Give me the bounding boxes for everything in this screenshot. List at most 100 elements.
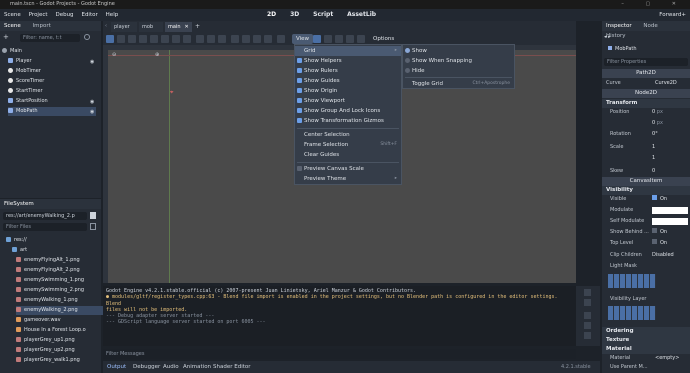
tree-node-mobtimer[interactable]: MobTimer xyxy=(8,67,96,76)
fs-file[interactable]: enemyWalking_2.png xyxy=(16,306,104,315)
section-texture[interactable]: Texture xyxy=(602,336,690,345)
skew-value[interactable]: 0 xyxy=(652,167,655,176)
menu-editor[interactable]: Editor xyxy=(81,9,97,21)
self-modulate-color-swatch[interactable] xyxy=(652,218,688,225)
add-node-icon[interactable]: + xyxy=(3,34,10,41)
error-filter-icon[interactable] xyxy=(584,312,591,319)
menu-item-preview-theme[interactable]: Preview Theme ▸ xyxy=(295,174,401,184)
tree-node-player[interactable]: Player xyxy=(8,57,96,66)
tab-scroll-left-icon[interactable]: ‹ xyxy=(105,23,110,29)
visible-toggle[interactable]: On xyxy=(652,195,667,204)
warning-filter-icon[interactable] xyxy=(584,322,591,329)
menu-item-frame-selection[interactable]: Frame Selection Shift+F xyxy=(295,140,401,150)
select-mode-icon[interactable] xyxy=(106,35,114,43)
visibility-layer-layers[interactable] xyxy=(608,306,656,320)
tab-debugger[interactable]: Debugger xyxy=(133,361,160,373)
section-transform[interactable]: Transform xyxy=(602,99,690,108)
fs-file[interactable]: enemyFlyingAlt_1.png xyxy=(16,256,104,265)
renderer-label[interactable]: Forward+ xyxy=(659,9,686,21)
menu-help[interactable]: Help xyxy=(106,9,119,21)
grid-option-show-when-snapping[interactable]: Show When Snapping xyxy=(403,56,514,66)
grid-option-hide[interactable]: Hide xyxy=(403,66,514,76)
inspector-filter-input[interactable]: Filter Properties xyxy=(604,58,688,66)
rotation-value[interactable]: 0° xyxy=(652,130,658,139)
list-select-icon[interactable] xyxy=(150,35,158,43)
fs-file[interactable]: enemyWalking_1.png xyxy=(16,296,104,305)
split-mode-icon[interactable] xyxy=(90,212,96,219)
zoom-out-icon[interactable]: ⊖ xyxy=(112,52,116,58)
copy-log-icon[interactable] xyxy=(584,299,591,306)
group-icon[interactable] xyxy=(253,35,261,43)
curve-value[interactable]: Curve2D xyxy=(655,79,677,88)
ruler-icon[interactable] xyxy=(183,35,191,43)
tree-node-main[interactable]: Main xyxy=(2,47,90,56)
tab-shader-editor[interactable]: Shader Editor xyxy=(213,361,251,373)
sort-icon[interactable] xyxy=(90,223,96,230)
pivot-icon[interactable] xyxy=(161,35,169,43)
menu-item-show-group-lock-icons[interactable]: Show Group And Lock Icons xyxy=(295,106,401,116)
rotate-mode-icon[interactable] xyxy=(128,35,136,43)
curve-point-icon[interactable] xyxy=(335,35,343,43)
menu-item-show-transformation-gizmos[interactable]: Show Transformation Gizmos xyxy=(295,116,401,126)
zoom-in-icon[interactable]: ⊕ xyxy=(155,52,159,58)
light-mask-layers[interactable] xyxy=(608,274,656,288)
back-icon[interactable]: ◂ xyxy=(604,34,607,40)
top-level-toggle[interactable]: On xyxy=(652,239,667,248)
view-menu-button[interactable]: View xyxy=(292,34,314,44)
tab-node[interactable]: Node xyxy=(643,23,657,29)
menu-item-preview-canvas-scale[interactable]: Preview Canvas Scale xyxy=(295,164,401,174)
tab-import[interactable]: Import xyxy=(33,23,51,29)
menu-item-center-selection[interactable]: Center Selection xyxy=(295,130,401,140)
options-menu-button[interactable]: Options xyxy=(369,34,398,44)
fs-file[interactable]: enemySwimming_2.png xyxy=(16,286,104,295)
console-filter-input[interactable]: Filter Messages xyxy=(103,349,576,359)
menu-scene[interactable]: Scene xyxy=(4,9,21,21)
skeleton-icon[interactable] xyxy=(277,35,285,43)
lock-icon[interactable] xyxy=(231,35,239,43)
grid-snap-icon[interactable] xyxy=(207,35,215,43)
material-value[interactable]: <empty> xyxy=(655,354,679,363)
fs-file[interactable]: playerGrey_up1.png xyxy=(16,336,104,345)
fs-file[interactable]: playerGrey_walk1.png xyxy=(16,356,104,365)
fs-root[interactable]: res:// xyxy=(6,236,94,245)
menu-item-show-rulers[interactable]: Show Rulers xyxy=(295,66,401,76)
tab-inspector[interactable]: Inspector xyxy=(606,23,632,29)
fs-file[interactable]: enemyFlyingAlt_2.png xyxy=(16,266,104,275)
ungroup-icon[interactable] xyxy=(264,35,272,43)
pan-icon[interactable] xyxy=(172,35,180,43)
snap-options-icon[interactable] xyxy=(218,35,226,43)
select-points-icon[interactable] xyxy=(313,35,321,43)
section-ordering[interactable]: Ordering xyxy=(602,327,690,336)
menu-project[interactable]: Project xyxy=(29,9,48,21)
clip-children-select[interactable]: Disabled xyxy=(652,251,674,260)
forward-icon[interactable]: ▸ xyxy=(608,34,611,40)
clear-log-icon[interactable] xyxy=(584,289,591,296)
menu-item-show-viewport[interactable]: Show Viewport xyxy=(295,96,401,106)
window-controls[interactable]: – ▢ ✕ xyxy=(621,0,686,9)
tab-output[interactable]: Output xyxy=(107,361,126,373)
fs-file[interactable]: playerGrey_up2.png xyxy=(16,346,104,355)
move-mode-icon[interactable] xyxy=(117,35,125,43)
visibility-eye-icon[interactable]: ◉ xyxy=(90,59,94,65)
menu-item-grid[interactable]: Grid ▸ xyxy=(295,46,401,56)
fs-file[interactable]: enemySwimming_1.png xyxy=(16,276,104,285)
visibility-eye-icon[interactable]: ◉ xyxy=(90,109,94,115)
show-behind-toggle[interactable]: On xyxy=(652,228,667,237)
position-y-value[interactable]: 0 px xyxy=(652,119,663,128)
editor-tab-main[interactable]: main ✕ xyxy=(165,22,192,32)
inspector-object-title[interactable]: MobPath xyxy=(604,45,688,54)
scale-mode-icon[interactable] xyxy=(139,35,147,43)
tab-filesystem[interactable]: FileSystem xyxy=(4,201,34,207)
message-filter-icon[interactable] xyxy=(584,332,591,339)
menu-item-show-helpers[interactable]: Show Helpers xyxy=(295,56,401,66)
visibility-eye-icon[interactable]: ◉ xyxy=(90,99,94,105)
add-point-icon[interactable] xyxy=(324,35,332,43)
mode-3d[interactable]: 3D xyxy=(290,9,299,21)
tree-node-startposition[interactable]: StartPosition xyxy=(8,97,96,106)
scene-filter-input[interactable]: Filter: name, t:t xyxy=(20,34,80,42)
tab-animation[interactable]: Animation xyxy=(183,361,211,373)
grid-option-show[interactable]: Show xyxy=(403,46,514,56)
fs-file[interactable]: House In a Forest Loop.o xyxy=(16,326,104,335)
delete-point-icon[interactable] xyxy=(346,35,354,43)
add-tab-icon[interactable]: + xyxy=(195,22,203,31)
